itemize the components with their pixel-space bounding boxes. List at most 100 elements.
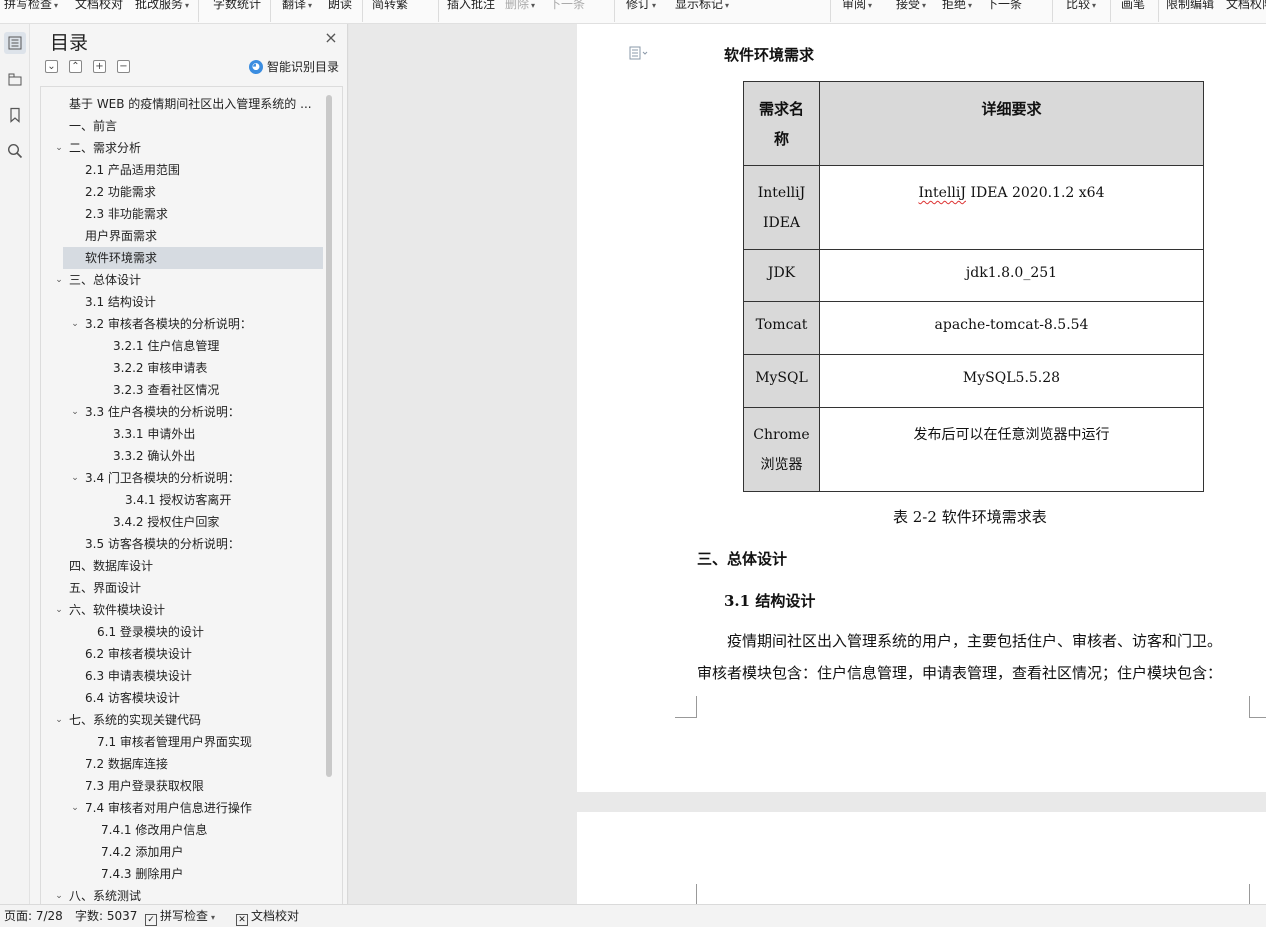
smart-toc-button[interactable]: ◕ 智能识别目录	[248, 59, 339, 75]
ribbon-button-15[interactable]: 下一条	[986, 0, 1022, 14]
toc-item[interactable]: 一、前言	[41, 115, 323, 137]
ribbon-button-16[interactable]: 比较 ▾	[1066, 0, 1096, 14]
toc-item[interactable]: 3.2.3 查看社区情况	[41, 379, 323, 401]
ribbon-button-1[interactable]: 文档校对	[75, 0, 123, 14]
ribbon-button-6[interactable]: 简转繁	[372, 0, 408, 14]
ribbon-button-8[interactable]: 删除 ▾	[505, 0, 535, 14]
ribbon-button-10[interactable]: 修订 ▾	[626, 0, 656, 14]
close-icon[interactable]: ×	[323, 30, 339, 46]
chevron-down-icon[interactable]: ⌄	[69, 797, 81, 819]
smart-toc-icon: ◕	[248, 60, 263, 74]
toc-item[interactable]: ⌄ 八、系统测试	[41, 885, 323, 904]
toc-item[interactable]: 6.1 登录模块的设计	[41, 621, 323, 643]
toc-item[interactable]: ⌄ 3.2 审核者各模块的分析说明：	[41, 313, 323, 335]
toc-item-label: 3.3.2 确认外出	[113, 449, 196, 463]
toc-item[interactable]: 3.4.2 授权住户回家	[41, 511, 323, 533]
toc-item[interactable]: 3.5 访客各模块的分析说明：	[41, 533, 323, 555]
toc-item-label: 6.3 申请表模块设计	[85, 669, 192, 683]
toc-item[interactable]: 五、界面设计	[41, 577, 323, 599]
ribbon-button-11[interactable]: 显示标记 ▾	[675, 0, 729, 14]
toc-item[interactable]: 3.3.1 申请外出	[41, 423, 323, 445]
toc-item[interactable]: ⌄ 7.4 审核者对用户信息进行操作	[41, 797, 323, 819]
toc-item[interactable]: 7.2 数据库连接	[41, 753, 323, 775]
spell-check-toggle[interactable]: ✓ 拼写检查 ▾	[145, 905, 215, 927]
ribbon-button-9[interactable]: 下一条	[549, 0, 585, 14]
ribbon-button-5[interactable]: 朗读	[328, 0, 352, 14]
toc-icon[interactable]	[4, 32, 26, 54]
chevron-down-icon[interactable]: ⌄	[53, 599, 65, 621]
toc-item[interactable]: 6.2 审核者模块设计	[41, 643, 323, 665]
toc-item-label: 3.2.3 查看社区情况	[113, 383, 220, 397]
toc-item[interactable]: 6.3 申请表模块设计	[41, 665, 323, 687]
document-page-next[interactable]	[577, 812, 1266, 904]
page-indicator[interactable]: 页面: 7/28	[4, 905, 63, 927]
ribbon-separator	[438, 0, 439, 22]
chevron-down-icon[interactable]: ⌄	[53, 885, 65, 904]
search-icon[interactable]	[4, 140, 26, 162]
ribbon-button-17[interactable]: 画笔	[1121, 0, 1145, 14]
collapse-all-button[interactable]: ⌄	[45, 60, 58, 73]
toc-item[interactable]: 用户界面需求	[41, 225, 323, 247]
toc-item[interactable]: 基于 WEB 的疫情期间社区出入管理系统的 ...	[41, 93, 323, 115]
ribbon-button-label: 字数统计	[213, 0, 262, 11]
chevron-down-icon[interactable]: ⌄	[53, 269, 65, 291]
toc-item[interactable]: 2.3 非功能需求	[41, 203, 323, 225]
ribbon-button-label: 下一条	[549, 0, 586, 11]
toc-item[interactable]: 7.1 审核者管理用户界面实现	[41, 731, 323, 753]
ribbon-button-4[interactable]: 翻译 ▾	[282, 0, 312, 14]
toc-item[interactable]: 3.2.1 住户信息管理	[41, 335, 323, 357]
toc-item[interactable]: ⌄ 3.4 门卫各模块的分析说明：	[41, 467, 323, 489]
ribbon-button-label: 限制编辑	[1166, 0, 1215, 11]
outline-icon[interactable]	[4, 68, 26, 90]
document-canvas[interactable]: 软件环境需求 需求名称 详细要求 IntelliJ IDEA IntelliJ IDE…	[349, 24, 1266, 904]
toc-item[interactable]: 7.4.2 添加用户	[41, 841, 323, 863]
word-count[interactable]: 字数: 5037	[75, 905, 137, 927]
ribbon-button-18[interactable]: 限制编辑	[1166, 0, 1214, 14]
chevron-down-icon[interactable]: ⌄	[53, 137, 65, 159]
bookmark-icon[interactable]	[4, 104, 26, 126]
proofread-icon: ✕	[236, 914, 248, 926]
toc-item-label: 2.2 功能需求	[85, 185, 156, 199]
toc-item[interactable]: ⌄ 二、需求分析	[41, 137, 323, 159]
toc-item[interactable]: 软件环境需求	[63, 247, 323, 269]
toc-item[interactable]: ⌄ 七、系统的实现关键代码	[41, 709, 323, 731]
toc-item-label: 7.2 数据库连接	[85, 757, 168, 771]
toc-item[interactable]: 2.1 产品适用范围	[41, 159, 323, 181]
ribbon-button-label: 文档校对	[75, 0, 124, 11]
toc-item-label: 7.1 审核者管理用户界面实现	[97, 735, 252, 749]
document-page[interactable]: 软件环境需求 需求名称 详细要求 IntelliJ IDEA IntelliJ IDE…	[577, 24, 1266, 792]
expand-level-button[interactable]: ⌃	[69, 60, 82, 73]
toc-item[interactable]: ⌄ 六、软件模块设计	[41, 599, 323, 621]
toc-item[interactable]: 3.4.1 授权访客离开	[41, 489, 323, 511]
toc-scrollbar[interactable]	[326, 95, 332, 777]
crop-mark	[1249, 884, 1266, 904]
toc-item[interactable]: 四、数据库设计	[41, 555, 323, 577]
toc-item[interactable]: 3.2.2 审核申请表	[41, 357, 323, 379]
toc-item[interactable]: 7.4.1 修改用户信息	[41, 819, 323, 841]
ribbon-button-3[interactable]: 字数统计	[213, 0, 261, 14]
toc-item[interactable]: 2.2 功能需求	[41, 181, 323, 203]
chevron-down-icon[interactable]: ⌄	[69, 401, 81, 423]
toc-item[interactable]: ⌄ 3.3 住户各模块的分析说明：	[41, 401, 323, 423]
toc-item[interactable]: ⌄ 三、总体设计	[41, 269, 323, 291]
proofread-toggle[interactable]: ✕ 文档校对	[236, 905, 299, 927]
toc-item[interactable]: 7.4.3 删除用户	[41, 863, 323, 885]
ribbon-button-12[interactable]: 审阅 ▾	[842, 0, 872, 14]
toc-item[interactable]: 3.3.2 确认外出	[41, 445, 323, 467]
ribbon-button-7[interactable]: 插入批注	[447, 0, 495, 14]
ribbon-button-19[interactable]: 文档权限	[1226, 0, 1266, 14]
remove-heading-button[interactable]: −	[117, 60, 130, 73]
toc-item[interactable]: 7.3 用户登录获取权限	[41, 775, 323, 797]
ribbon-button-0[interactable]: 拼写检查 ▾	[4, 0, 58, 14]
chevron-down-icon[interactable]: ⌄	[53, 709, 65, 731]
toc-item[interactable]: 3.1 结构设计	[41, 291, 323, 313]
add-heading-button[interactable]: +	[93, 60, 106, 73]
toc-item[interactable]: 6.4 访客模块设计	[41, 687, 323, 709]
ribbon-button-14[interactable]: 拒绝 ▾	[942, 0, 972, 14]
ribbon-button-2[interactable]: 批改服务 ▾	[135, 0, 189, 14]
paragraph-format-icon[interactable]	[629, 46, 649, 64]
table-row: Chrome浏览器 发布后可以在任意浏览器中运行	[743, 407, 1204, 492]
ribbon-button-13[interactable]: 接受 ▾	[896, 0, 926, 14]
chevron-down-icon[interactable]: ⌄	[69, 313, 81, 335]
chevron-down-icon[interactable]: ⌄	[69, 467, 81, 489]
